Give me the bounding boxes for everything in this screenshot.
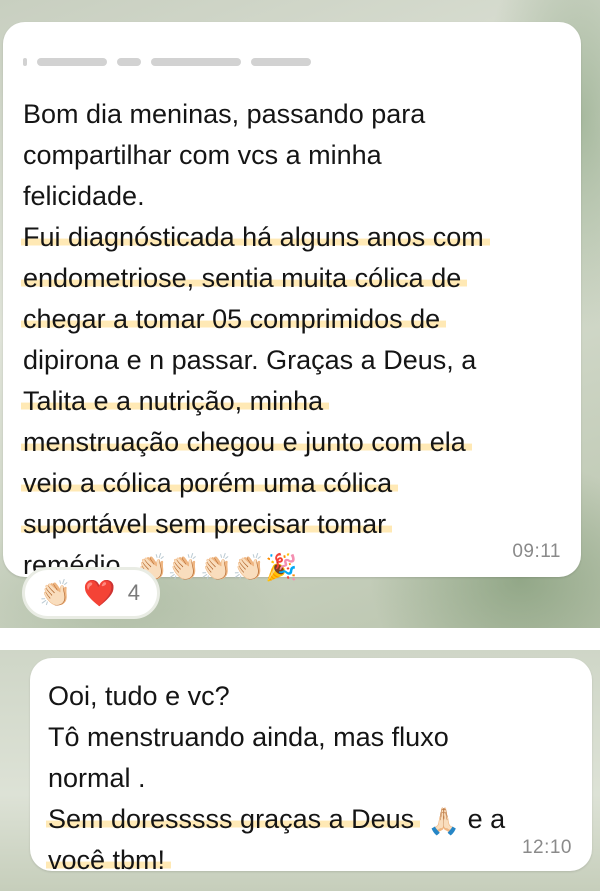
message-line-highlighted: endometriose, sentia muita cólica de bbox=[21, 258, 490, 299]
message-line-highlighted: Talita e a nutrição, minha bbox=[21, 381, 490, 422]
message-line-highlighted: Sem doresssss graças a Deus 🙏🏻 e a bbox=[46, 804, 506, 836]
message-bubble-1[interactable]: Bom dia meninas, passando para compartil… bbox=[3, 22, 581, 580]
message-line-highlighted: veio a cólica porém uma cólica bbox=[21, 463, 490, 504]
message-line-highlighted: menstruação chegou e junto com ela bbox=[21, 422, 490, 463]
message-2-text: Ooi, tudo e vc? Tô menstruando ainda, ma… bbox=[46, 676, 506, 881]
message-timestamp: 12:10 bbox=[521, 837, 572, 858]
message-line: Ooi, tudo e vc? bbox=[48, 681, 230, 711]
message-line: dipirona e n passar. Graças a Deus, a bbox=[23, 345, 477, 375]
chat-separator bbox=[0, 628, 600, 650]
message-line-highlighted: suportável sem precisar tomar bbox=[21, 504, 490, 545]
message-line: felicidade. bbox=[23, 181, 145, 211]
message-1-text: Bom dia meninas, passando para compartil… bbox=[21, 94, 490, 586]
clapping-hands-icon: 👏🏻 bbox=[39, 578, 72, 608]
message-line: compartilhar com vcs a minha bbox=[23, 140, 382, 170]
reaction-count: 4 bbox=[127, 580, 140, 605]
sender-name-blurred bbox=[23, 58, 311, 66]
message-timestamp: 09:11 bbox=[512, 541, 561, 562]
message-line-highlighted: chegar a tomar 05 comprimidos de bbox=[21, 299, 490, 340]
message-line: Tô menstruando ainda, mas fluxo bbox=[48, 722, 449, 752]
message-line: Bom dia meninas, passando para bbox=[23, 99, 426, 129]
message-line-highlighted: você tbm! bbox=[46, 840, 505, 881]
message-line: normal . bbox=[48, 763, 146, 793]
reactions-pill[interactable]: 👏🏻 ❤️ 4 bbox=[22, 567, 160, 619]
heart-icon: ❤️ bbox=[83, 578, 116, 608]
praying-hands-icon: 🙏🏻 bbox=[427, 805, 461, 836]
message-line-highlighted: Fui diagnósticada há alguns anos com bbox=[21, 217, 490, 258]
message-bubble-2[interactable]: Ooi, tudo e vc? Tô menstruando ainda, ma… bbox=[30, 658, 592, 875]
clapping-party-emoji: 👏🏻👏🏻👏🏻👏🏻🎉 bbox=[135, 551, 298, 582]
